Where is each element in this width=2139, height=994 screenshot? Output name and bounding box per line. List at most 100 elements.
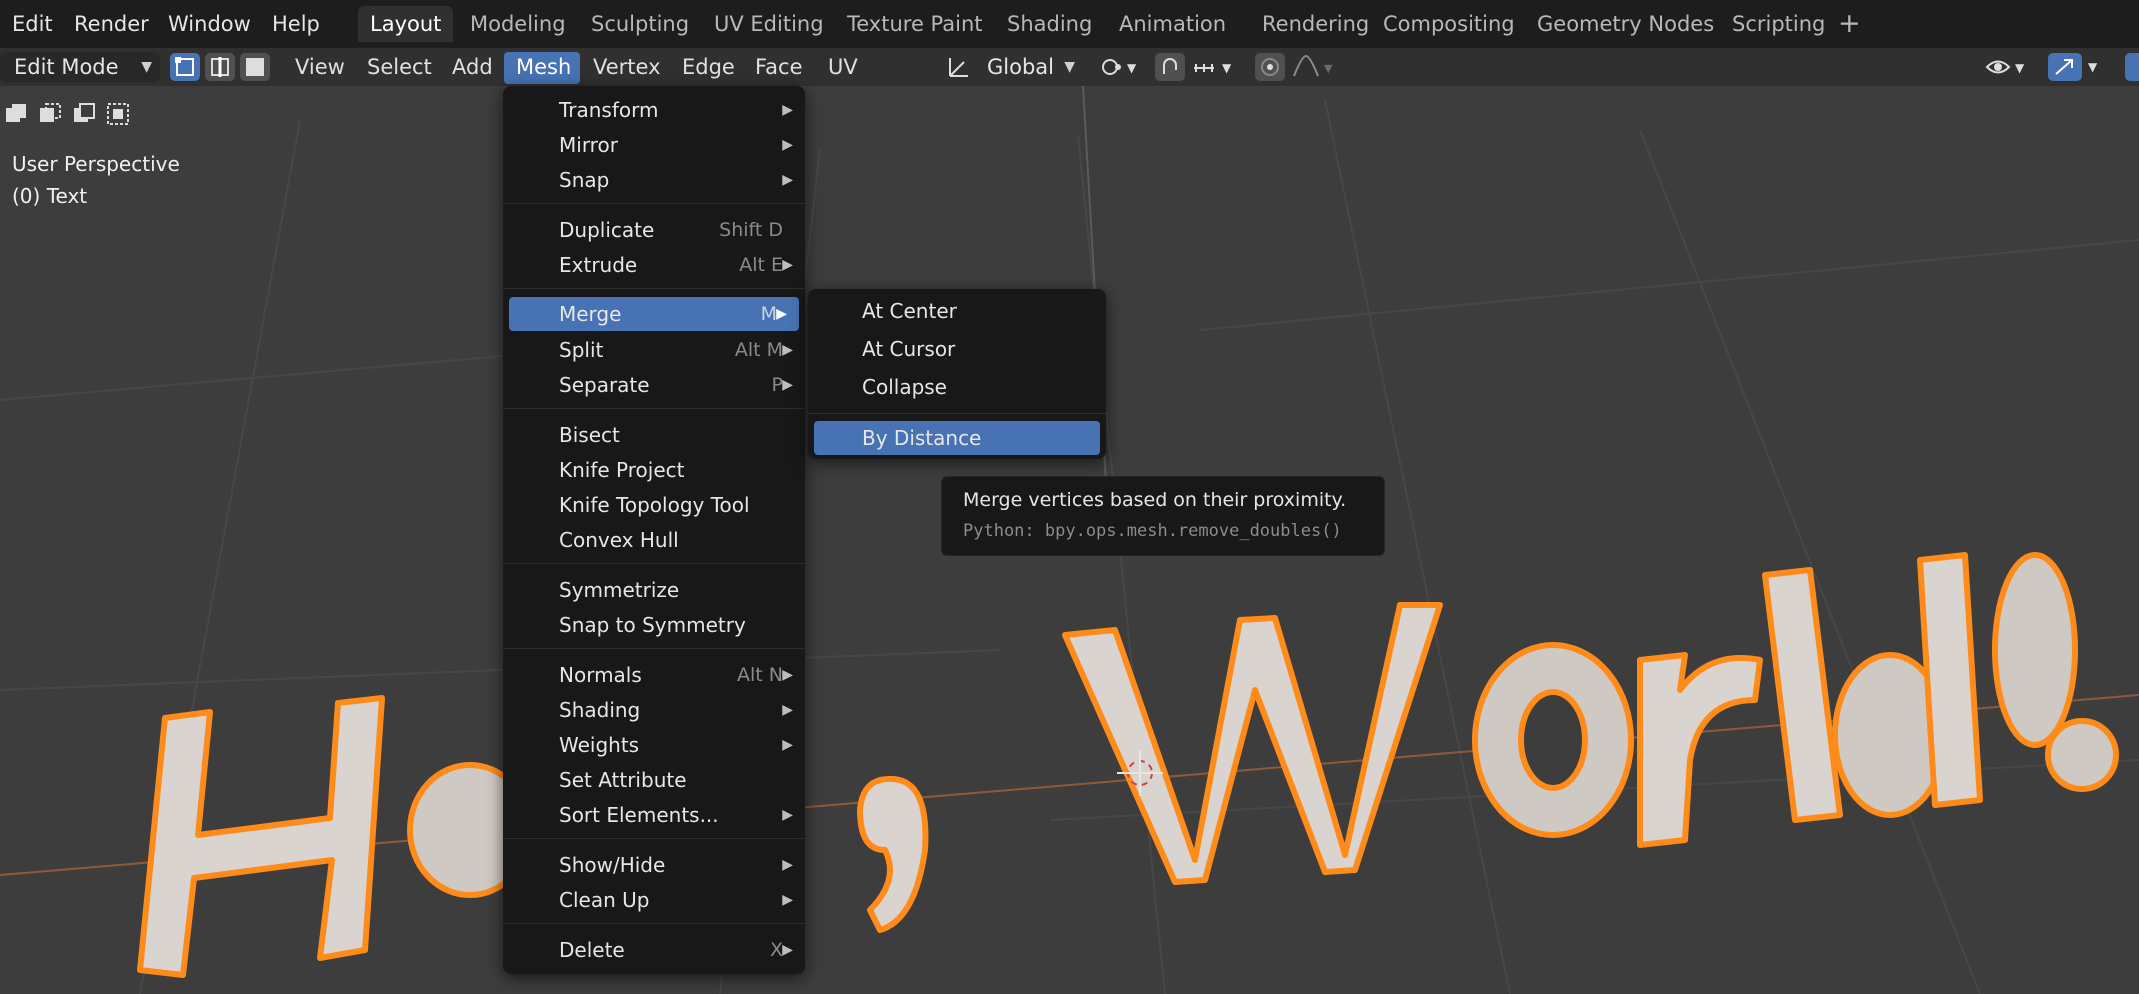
menu-item-snap[interactable]: Snap ▶ <box>503 163 805 197</box>
mode-label: Edit Mode <box>14 55 119 79</box>
svg-text:▼: ▼ <box>1324 62 1333 75</box>
tab-rendering[interactable]: Rendering <box>1250 6 1381 42</box>
submenu-arrow-icon: ▶ <box>782 892 793 908</box>
mesh-menu: Transform ▶ Mirror ▶ Snap ▶ Duplicate Shift … <box>503 86 805 974</box>
menu-item-delete[interactable]: Delete X ▶ <box>503 933 805 967</box>
menu-item-merge[interactable]: Merge M ▶ <box>509 297 799 331</box>
menu-item-set-attribute[interactable]: Set Attribute <box>503 763 805 797</box>
snap-target-icon[interactable]: ▼ <box>1188 53 1240 81</box>
chevron-down-icon: ▼ <box>141 59 152 75</box>
menu-item-by-distance[interactable]: By Distance <box>814 421 1100 455</box>
tab-uv-editing[interactable]: UV Editing <box>702 6 836 42</box>
menu-item-mirror[interactable]: Mirror ▶ <box>503 128 805 162</box>
menu-mesh[interactable]: Mesh <box>516 48 571 86</box>
select-subtract-icon[interactable] <box>72 102 96 126</box>
select-extend-icon[interactable] <box>38 102 62 126</box>
svg-text:▼: ▼ <box>1127 61 1137 75</box>
proportional-edit-icon[interactable] <box>1255 53 1285 81</box>
menu-item-duplicate[interactable]: Duplicate Shift D <box>503 213 805 247</box>
menu-separator <box>503 923 805 924</box>
tab-modeling[interactable]: Modeling <box>458 6 578 42</box>
menu-item-transform[interactable]: Transform ▶ <box>503 93 805 127</box>
tab-scripting[interactable]: Scripting <box>1720 6 1837 42</box>
falloff-icon[interactable]: ▼ <box>1292 54 1342 80</box>
overlay-icon[interactable] <box>2125 53 2139 81</box>
edge-select-icon[interactable] <box>205 53 235 81</box>
menu-item-label: Snap <box>559 168 610 192</box>
menu-item-collapse[interactable]: Collapse <box>808 370 1106 404</box>
viewport-perspective-label: User Perspective <box>12 152 180 176</box>
tab-layout[interactable]: Layout <box>358 6 454 42</box>
tab-compositing[interactable]: Compositing <box>1371 6 1527 42</box>
submenu-arrow-icon: ▶ <box>782 342 793 358</box>
menu-render[interactable]: Render <box>74 8 149 40</box>
select-new-icon[interactable] <box>4 102 28 126</box>
menu-item-label: Merge <box>559 302 622 326</box>
tab-sculpting[interactable]: Sculpting <box>579 6 701 42</box>
menu-item-knife-topology[interactable]: Knife Topology Tool <box>503 488 805 522</box>
menu-item-separate[interactable]: Separate P ▶ <box>503 368 805 402</box>
menu-item-shading[interactable]: Shading ▶ <box>503 693 805 727</box>
menu-item-label: Split <box>559 338 604 362</box>
menu-item-extrude[interactable]: Extrude Alt E ▶ <box>503 248 805 282</box>
chevron-down-icon: ▼ <box>1064 59 1075 75</box>
svg-text:▼: ▼ <box>2015 61 2025 75</box>
viewport-object-label: (0) Text <box>12 184 88 208</box>
vertex-select-icon[interactable] <box>170 53 200 81</box>
menu-item-label: Show/Hide <box>559 853 666 877</box>
menu-vertex[interactable]: Vertex <box>593 48 661 86</box>
menu-item-split[interactable]: Split Alt M ▶ <box>503 333 805 367</box>
menu-add[interactable]: Add <box>452 48 493 86</box>
add-workspace-button[interactable]: + <box>1838 6 1861 42</box>
menu-separator <box>808 413 1106 414</box>
menu-item-label: Clean Up <box>559 888 650 912</box>
mode-dropdown[interactable]: Edit Mode ▼ <box>0 52 160 82</box>
menu-item-label: Collapse <box>862 375 947 399</box>
snap-icon[interactable] <box>1155 53 1185 81</box>
tab-texture-paint[interactable]: Texture Paint <box>835 6 995 42</box>
menu-separator <box>503 408 805 409</box>
menu-item-label: Symmetrize <box>559 578 680 602</box>
tab-geometry-nodes[interactable]: Geometry Nodes <box>1525 6 1726 42</box>
menu-item-label: Shading <box>559 698 641 722</box>
menu-window[interactable]: Window <box>168 8 251 40</box>
menu-face[interactable]: Face <box>755 48 803 86</box>
menu-item-at-cursor[interactable]: At Cursor <box>808 332 1106 366</box>
face-select-icon[interactable] <box>240 53 270 81</box>
menu-item-label: Extrude <box>559 253 638 277</box>
menu-separator <box>503 563 805 564</box>
visibility-icon[interactable]: ▼ <box>1985 54 2031 80</box>
orientation-label: Global <box>987 55 1054 79</box>
menu-item-convex-hull[interactable]: Convex Hull <box>503 523 805 557</box>
menu-item-at-center[interactable]: At Center <box>808 294 1106 328</box>
orientation-dropdown[interactable]: Global ▼ <box>975 52 1083 82</box>
menu-edit[interactable]: Edit <box>12 8 53 40</box>
menu-view[interactable]: View <box>295 48 345 86</box>
select-intersect-icon[interactable] <box>106 102 130 126</box>
menu-separator <box>503 838 805 839</box>
menu-item-snap-to-symmetry[interactable]: Snap to Symmetry <box>503 608 805 642</box>
submenu-arrow-icon: ▶ <box>782 807 793 823</box>
menu-item-bisect[interactable]: Bisect <box>503 418 805 452</box>
menu-item-shortcut: Alt N <box>737 664 783 686</box>
menu-item-clean-up[interactable]: Clean Up ▶ <box>503 883 805 917</box>
menu-item-normals[interactable]: Normals Alt N ▶ <box>503 658 805 692</box>
menu-help[interactable]: Help <box>272 8 320 40</box>
tab-shading[interactable]: Shading <box>995 6 1104 42</box>
menu-item-weights[interactable]: Weights ▶ <box>503 728 805 762</box>
menu-item-knife-project[interactable]: Knife Project <box>503 453 805 487</box>
menu-item-show-hide[interactable]: Show/Hide ▶ <box>503 848 805 882</box>
menu-select[interactable]: Select <box>367 48 432 86</box>
gizmo-icon[interactable] <box>2048 53 2082 81</box>
menu-separator <box>503 648 805 649</box>
menu-edge[interactable]: Edge <box>682 48 735 86</box>
menu-item-symmetrize[interactable]: Symmetrize <box>503 573 805 607</box>
menu-item-sort-elements[interactable]: Sort Elements... ▶ <box>503 798 805 832</box>
pivot-point-icon[interactable]: ▼ <box>1095 53 1141 81</box>
menu-uv[interactable]: UV <box>828 48 858 86</box>
viewport-header: Edit Mode ▼ View Select Add Mesh Vertex … <box>0 48 2139 86</box>
tab-animation[interactable]: Animation <box>1107 6 1238 42</box>
menu-item-label: Bisect <box>559 423 620 447</box>
chevron-down-icon[interactable]: ▼ <box>2088 56 2108 78</box>
menu-item-label: Snap to Symmetry <box>559 613 746 637</box>
